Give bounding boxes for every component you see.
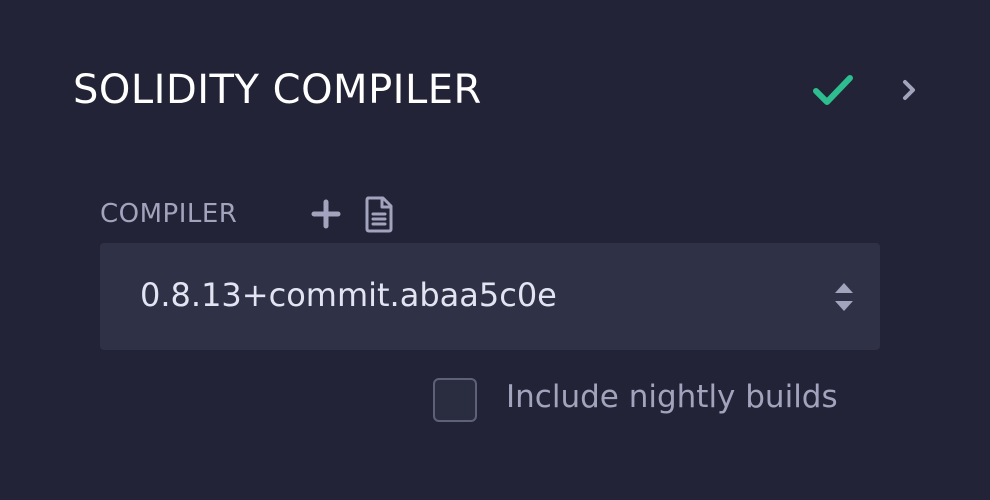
panel-title: SOLIDITY COMPILER (73, 67, 482, 113)
collapse-panel-button[interactable] (893, 72, 925, 108)
select-arrows-icon (835, 283, 853, 311)
include-nightly-label[interactable]: Include nightly builds (506, 375, 838, 419)
file-icon (365, 196, 393, 233)
check-icon (812, 72, 854, 108)
chevron-right-icon (903, 80, 915, 100)
add-custom-compiler-button[interactable] (308, 196, 344, 232)
compiler-list-file-button[interactable] (360, 194, 398, 234)
solidity-compiler-panel: SOLIDITY COMPILER COMPILER 0.8.13+commit… (0, 0, 990, 500)
include-nightly-checkbox[interactable] (433, 378, 477, 422)
compiler-version-select[interactable]: 0.8.13+commit.abaa5c0e (100, 243, 880, 350)
compiler-version-value: 0.8.13+commit.abaa5c0e (140, 276, 557, 314)
plus-icon (311, 199, 341, 229)
compiler-label: COMPILER (100, 199, 238, 229)
